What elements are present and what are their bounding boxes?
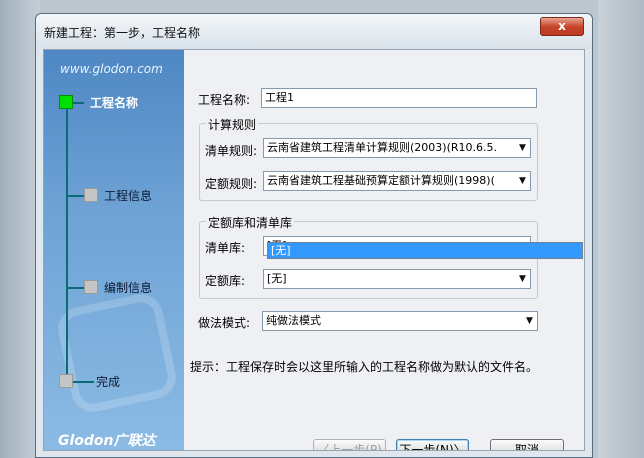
dialog-body: www.glodon.com 工程名称 工程信息 编制信息 完成 Glodon广… (43, 49, 585, 451)
library-group-title: 定额库和清单库 (206, 214, 295, 231)
list-lib-label: 清单库: (205, 241, 246, 255)
watermark-logo (54, 290, 180, 416)
chevron-down-icon[interactable]: ▼ (515, 270, 530, 288)
list-lib-dropdown: [无] (267, 242, 583, 259)
cancel-button[interactable]: 取消 (490, 439, 564, 450)
list-rule-value: 云南省建筑工程清单计算规则(2003)(R10.6.5. (267, 141, 497, 154)
step-connector-line (66, 96, 68, 386)
back-button[interactable]: 〈上一步(P) (313, 439, 386, 450)
website-url: www.glodon.com (60, 62, 163, 76)
calc-rules-title: 计算规则 (206, 116, 259, 133)
method-select[interactable]: 纯做法模式 ▼ (262, 311, 538, 331)
project-name-label: 工程名称: (198, 93, 251, 107)
chevron-down-icon[interactable]: ▼ (522, 312, 537, 330)
chevron-down-icon[interactable]: ▼ (515, 172, 530, 190)
step-project-info: 工程信息 (104, 189, 153, 203)
quota-lib-select[interactable]: [无] ▼ (263, 269, 531, 289)
step-finish: 完成 (96, 375, 121, 389)
dropdown-option-none[interactable]: [无] (268, 243, 582, 258)
step-project-name: 工程名称 (90, 96, 139, 110)
method-value: 纯做法模式 (266, 314, 321, 327)
step-connector (68, 287, 84, 289)
list-rule-label: 清单规则: (205, 144, 258, 158)
title-bar: 新建工程：第一步，工程名称 x (36, 14, 592, 49)
window-title: 新建工程：第一步，工程名称 (44, 26, 201, 40)
glodon-logo: Glodon广联达 (58, 433, 156, 449)
next-button[interactable]: 下一步(N)〉 (396, 439, 469, 450)
step-marker (84, 188, 98, 202)
quota-rule-select[interactable]: 云南省建筑工程基础预算定额计算规则(1998)( ▼ (263, 171, 531, 191)
quota-rule-label: 定额规则: (205, 177, 258, 191)
project-name-input[interactable]: 工程1 (261, 88, 537, 108)
step-marker (84, 280, 98, 294)
chevron-down-icon[interactable]: ▼ (515, 139, 530, 157)
background-right (598, 0, 644, 458)
quota-lib-value: [无] (267, 272, 287, 285)
wizard-sidebar: www.glodon.com 工程名称 工程信息 编制信息 完成 Glodon广… (44, 50, 184, 450)
quota-lib-label: 定额库: (205, 274, 246, 288)
step-compile-info: 编制信息 (104, 281, 153, 295)
step-marker (59, 374, 73, 388)
step-connector (68, 195, 84, 197)
quota-rule-value: 云南省建筑工程基础预算定额计算规则(1998)( (267, 174, 495, 187)
new-project-dialog: 新建工程：第一步，工程名称 x www.glodon.com 工程名称 工程信息… (35, 13, 593, 458)
close-button[interactable]: x (540, 17, 584, 36)
background-left (0, 0, 40, 458)
list-rule-select[interactable]: 云南省建筑工程清单计算规则(2003)(R10.6.5. ▼ (263, 138, 531, 158)
method-label: 做法模式: (198, 316, 251, 330)
hint-text: 提示：工程保存时会以这里所输入的工程名称做为默认的文件名。 (190, 360, 539, 374)
wizard-content: 工程名称: 工程1 计算规则 清单规则: 云南省建筑工程清单计算规则(2003)… (184, 50, 584, 450)
step-marker-active (59, 95, 73, 109)
